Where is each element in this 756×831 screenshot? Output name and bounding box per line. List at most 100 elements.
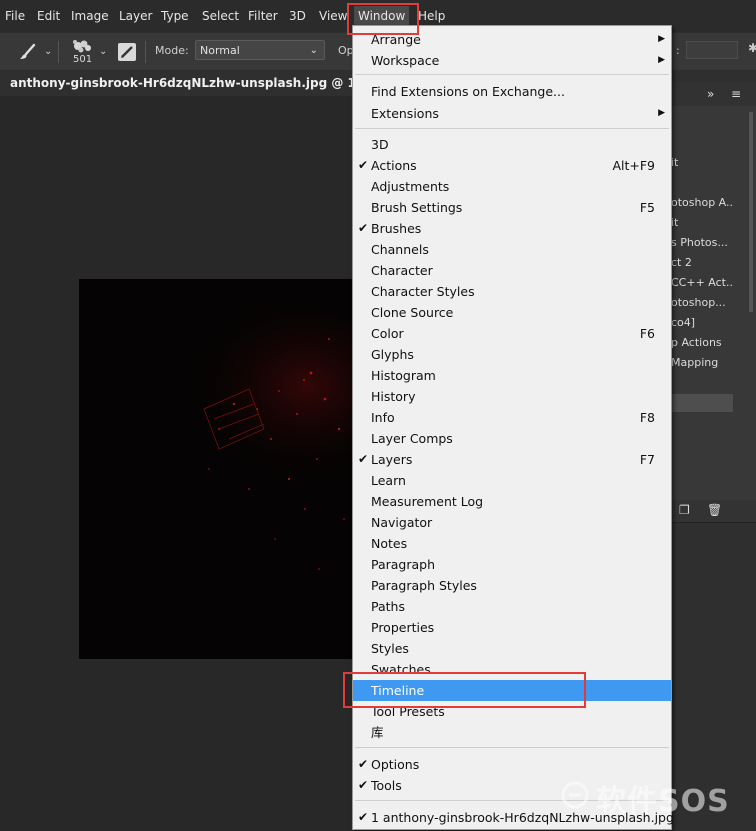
menu-item-shortcut: F8 <box>639 410 655 425</box>
menu-item-label: Measurement Log <box>371 494 484 509</box>
menu-item-label: Actions <box>371 158 417 173</box>
menu-item-measurement-log[interactable]: Measurement Log <box>353 491 671 512</box>
brush-tool-icon[interactable] <box>18 43 38 61</box>
panel-row[interactable]: p Actions <box>671 336 733 349</box>
window-menu: Arrange ▶ Workspace ▶ Find Extensions on E… <box>352 25 674 830</box>
menu-item-layers[interactable]: ✔ Layers F7 <box>353 449 671 470</box>
menu-layer[interactable]: Layer <box>119 8 152 24</box>
menu-view[interactable]: View <box>319 8 347 24</box>
options-divider <box>145 41 146 63</box>
mode-select[interactable]: Normal ⌄ <box>195 40 325 60</box>
menu-item-character[interactable]: Character <box>353 260 671 281</box>
menu-item-label: Info <box>371 410 395 425</box>
submenu-arrow-icon: ▶ <box>658 108 665 118</box>
panel-footer: ❐ 🗑 <box>671 500 756 522</box>
menu-item-histogram[interactable]: Histogram <box>353 365 671 386</box>
trash-icon[interactable]: 🗑 <box>707 503 722 517</box>
checkmark-icon: ✔ <box>358 452 369 466</box>
menu-item-extensions[interactable]: Extensions ▶ <box>353 103 671 124</box>
menu-item-learn[interactable]: Learn <box>353 470 671 491</box>
checkmark-icon: ✔ <box>358 757 369 771</box>
settings-icon[interactable]: ✱ <box>748 41 756 55</box>
menu-type[interactable]: Type <box>161 8 189 24</box>
menu-item-adjustments[interactable]: Adjustments <box>353 176 671 197</box>
menu-item-navigator[interactable]: Navigator <box>353 512 671 533</box>
panel-row[interactable]: ct 2 <box>671 256 733 269</box>
menu-item-channels[interactable]: Channels <box>353 239 671 260</box>
menu-item-label: Glyphs <box>371 347 414 362</box>
menu-item-layer-comps[interactable]: Layer Comps <box>353 428 671 449</box>
menu-item-label: Color <box>371 326 404 341</box>
panel-row[interactable]: Mapping <box>671 356 733 369</box>
menu-item-label: Paragraph Styles <box>371 578 477 593</box>
panel-row[interactable]: s Photos... <box>671 236 733 249</box>
brush-panel-toggle-icon[interactable] <box>118 43 136 61</box>
menu-item-libraries[interactable]: 库 <box>353 722 671 743</box>
checkmark-icon: ✔ <box>358 778 369 792</box>
menu-item-label: Layers <box>371 452 413 467</box>
menu-item-label: Notes <box>371 536 408 551</box>
watermark-text: 软件SOS <box>596 784 730 819</box>
menu-item-label: History <box>371 389 416 404</box>
menu-help[interactable]: Help <box>418 8 445 24</box>
menu-item-workspace[interactable]: Workspace ▶ <box>353 50 671 71</box>
panel-row[interactable]: otoshop A... <box>671 196 733 209</box>
menu-item-info[interactable]: Info F8 <box>353 407 671 428</box>
menu-item-label: 库 <box>371 725 384 740</box>
panel-row[interactable]: co4] <box>671 316 733 329</box>
menu-item-label: Workspace <box>371 53 440 68</box>
checkmark-icon: ✔ <box>358 158 369 172</box>
menu-file[interactable]: File <box>5 8 25 24</box>
menu-item-styles[interactable]: Styles <box>353 638 671 659</box>
menu-item-label: Tools <box>371 778 402 793</box>
menu-item-label: Properties <box>371 620 435 635</box>
panel-menu-icon[interactable]: ≡ <box>731 87 741 101</box>
menu-edit[interactable]: Edit <box>37 8 60 24</box>
actions-panel: » ≡ it otoshop A... it s Photos... ct 2 … <box>670 82 756 522</box>
menu-filter[interactable]: Filter <box>248 8 278 24</box>
panel-selected-row[interactable] <box>671 394 733 412</box>
menu-item-history[interactable]: History <box>353 386 671 407</box>
menu-image[interactable]: Image <box>71 8 109 24</box>
panel-row[interactable]: CC++ Act... <box>671 276 733 289</box>
mode-label: Mode: <box>155 44 189 57</box>
menu-item-label: Brush Settings <box>371 200 463 215</box>
menu-item-color[interactable]: Color F6 <box>353 323 671 344</box>
brush-preset-chevron-icon[interactable]: ⌄ <box>44 46 52 57</box>
red-light-texture-image <box>79 279 376 659</box>
panel-row[interactable]: otoshop... <box>671 296 733 309</box>
menu-item-actions[interactable]: ✔ Actions Alt+F9 <box>353 155 671 176</box>
document-image[interactable] <box>79 279 376 659</box>
menu-item-shortcut: F5 <box>639 200 655 215</box>
options-value-field[interactable] <box>686 41 738 59</box>
checkmark-icon: ✔ <box>358 221 369 235</box>
new-item-icon[interactable]: ❐ <box>679 503 690 517</box>
menu-item-character-styles[interactable]: Character Styles <box>353 281 671 302</box>
menu-item-options[interactable]: ✔ Options <box>353 754 671 775</box>
submenu-arrow-icon: ▶ <box>658 34 665 44</box>
brush-tip-preview-icon[interactable] <box>70 38 96 54</box>
menu-item-paragraph[interactable]: Paragraph <box>353 554 671 575</box>
menu-item-clone-source[interactable]: Clone Source <box>353 302 671 323</box>
menu-item-label: Styles <box>371 641 409 656</box>
menu-3d[interactable]: 3D <box>289 8 306 24</box>
panel-row[interactable]: it <box>671 216 733 229</box>
panel-row[interactable]: it <box>671 156 733 169</box>
menu-item-label: Learn <box>371 473 406 488</box>
menu-item-3d[interactable]: 3D <box>353 134 671 155</box>
menu-item-paths[interactable]: Paths <box>353 596 671 617</box>
menu-item-properties[interactable]: Properties <box>353 617 671 638</box>
menu-item-find-extensions[interactable]: Find Extensions on Exchange... <box>353 81 671 102</box>
menu-select[interactable]: Select <box>202 8 239 24</box>
menu-item-glyphs[interactable]: Glyphs <box>353 344 671 365</box>
menu-item-notes[interactable]: Notes <box>353 533 671 554</box>
menu-item-brush-settings[interactable]: Brush Settings F5 <box>353 197 671 218</box>
menu-item-label: Options <box>371 757 420 772</box>
watermark-logo-icon <box>561 781 589 809</box>
menu-item-paragraph-styles[interactable]: Paragraph Styles <box>353 575 671 596</box>
checkmark-icon: ✔ <box>358 810 369 824</box>
collapse-panel-icon[interactable]: » <box>707 87 714 101</box>
panel-scrollbar[interactable] <box>749 112 753 312</box>
brush-size-chevron-icon[interactable]: ⌄ <box>99 46 107 57</box>
menu-item-brushes[interactable]: ✔ Brushes <box>353 218 671 239</box>
